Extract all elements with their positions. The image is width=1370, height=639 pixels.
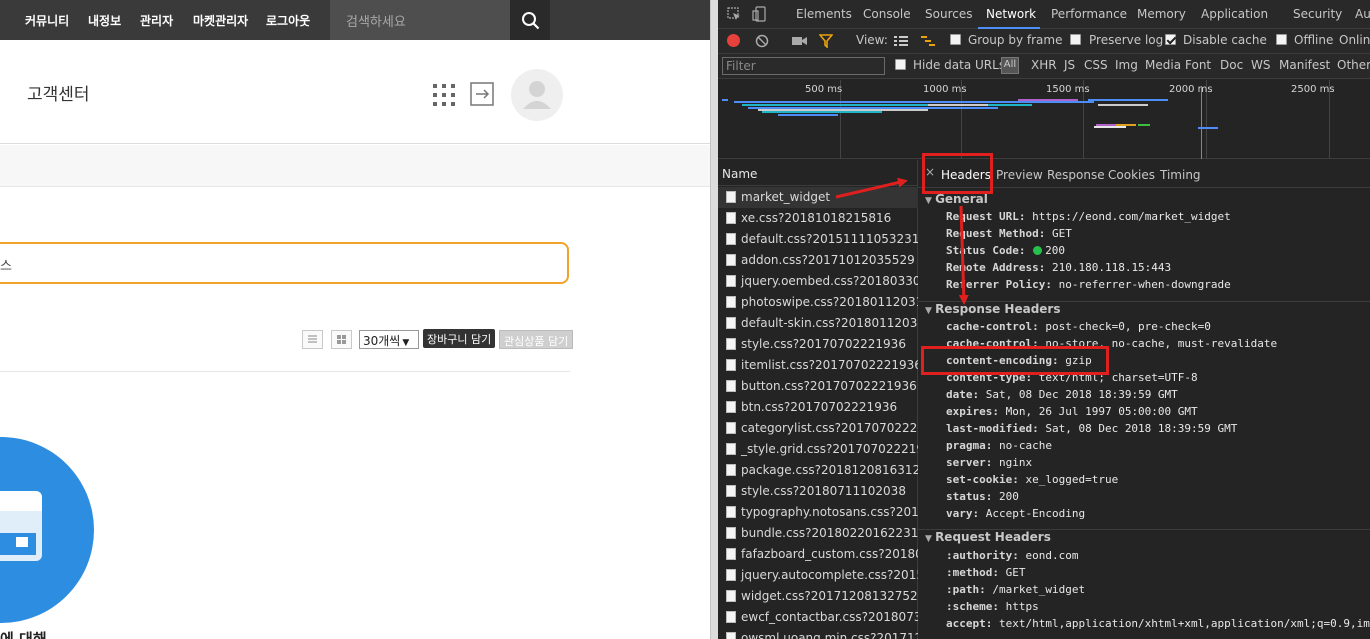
annotation-arrow-to-response-headers <box>958 205 969 305</box>
annotation-arrows <box>835 177 969 305</box>
annotation-arrow-to-headers <box>835 177 908 199</box>
